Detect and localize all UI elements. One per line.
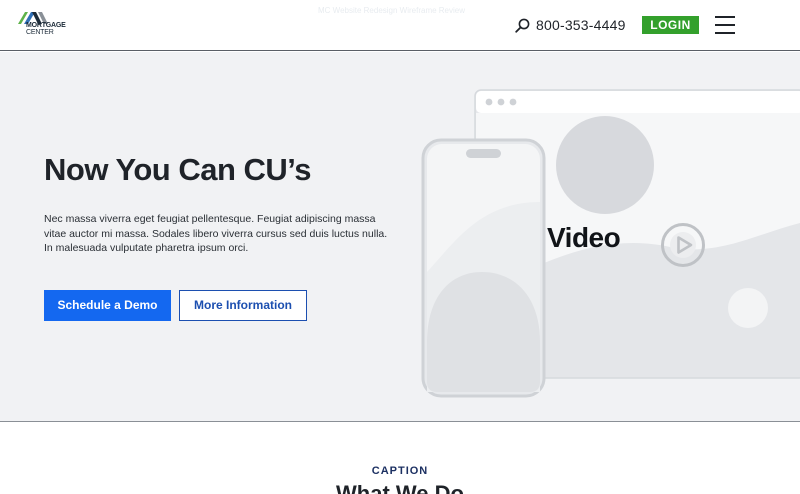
what-we-do-section: CAPTION What We Do — [0, 423, 800, 494]
mortgage-center-logo[interactable]: MORTGAGE CENTER — [18, 10, 88, 38]
search-icon[interactable] — [515, 18, 530, 33]
site-header: MORTGAGE CENTER MC Website Redesign Wire… — [0, 0, 800, 51]
phone-link[interactable]: 800-353-4449 — [515, 14, 626, 36]
logo-wordmark: MORTGAGE CENTER — [26, 22, 66, 36]
hero-title: Now You Can CU’s — [44, 152, 312, 187]
video-label: Video — [547, 222, 621, 253]
header-banner-text: MC Website Redesign Wireframe Review — [318, 6, 466, 15]
more-information-button[interactable]: More Information — [179, 290, 307, 321]
hero-body-text: Nec massa viverra eget feugiat pellentes… — [44, 213, 388, 254]
login-button[interactable]: LOGIN — [642, 16, 699, 34]
hero-section: Now You Can CU’s Nec massa viverra eget … — [0, 52, 800, 422]
logo-line2: CENTER — [26, 29, 54, 36]
hamburger-menu-icon[interactable] — [713, 14, 737, 36]
schedule-demo-button[interactable]: Schedule a Demo — [44, 290, 171, 321]
phone-number[interactable]: 800-353-4449 — [536, 17, 626, 33]
logo-line1: MORTGAGE — [26, 22, 66, 29]
section-title: What We Do — [336, 481, 464, 494]
section-caption: CAPTION — [371, 465, 429, 477]
play-icon[interactable] — [660, 222, 706, 268]
